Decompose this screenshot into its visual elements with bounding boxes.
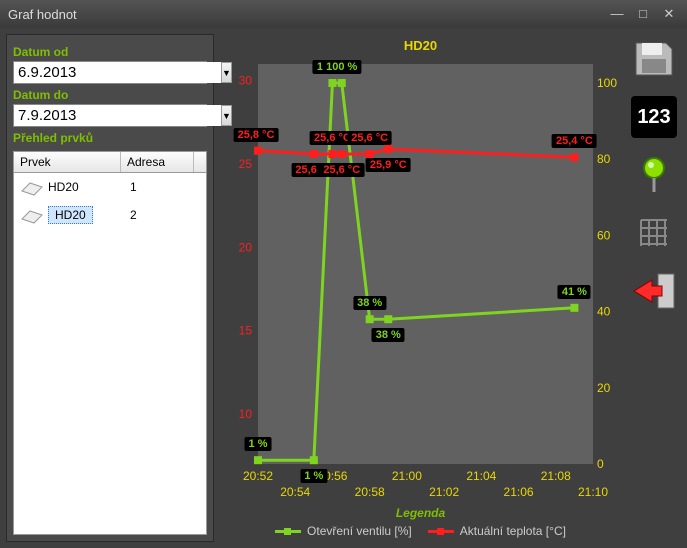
element-list-header: Prvek Adresa: [13, 151, 207, 173]
svg-text:30: 30: [239, 74, 253, 88]
exit-button[interactable]: [631, 270, 677, 312]
svg-text:21:08: 21:08: [541, 469, 571, 483]
close-button[interactable]: ✕: [659, 6, 679, 22]
legend-item: Otevření ventilu [%]: [275, 524, 412, 538]
data-label: 25,9 °C: [366, 158, 411, 172]
data-label: 25,4 °C: [552, 134, 597, 148]
grid-toggle-button[interactable]: [631, 212, 677, 254]
svg-text:25: 25: [239, 157, 253, 171]
svg-text:20: 20: [597, 381, 611, 395]
legend-item: Aktuální teplota [°C]: [428, 524, 566, 538]
data-label: 1 %: [300, 469, 327, 483]
svg-text:40: 40: [597, 305, 611, 319]
legend-title: Legenda: [220, 506, 621, 520]
table-row[interactable]: HD201: [14, 173, 206, 201]
main-area: HD20 10 15 20 25 30 0 20 40 60 80 100 20:52 20:54 20:5…: [220, 34, 681, 542]
svg-text:21:00: 21:00: [392, 469, 422, 483]
data-label: 25,6 °C: [319, 163, 364, 177]
svg-text:21:02: 21:02: [429, 485, 459, 499]
device-icon: [20, 205, 44, 225]
element-list[interactable]: HD201HD202: [13, 173, 207, 535]
svg-text:20:54: 20:54: [280, 485, 310, 499]
svg-text:20:58: 20:58: [355, 485, 385, 499]
sidebar-panel: Datum od ▼ Datum do ▼ Přehled prvků Prve…: [6, 34, 214, 542]
maximize-button[interactable]: □: [633, 6, 653, 22]
data-label: 25,8 °C: [234, 128, 279, 142]
row-addr: 1: [120, 180, 180, 194]
titlebar: Graf hodnot ― □ ✕: [0, 0, 687, 28]
date-from-input[interactable]: [14, 62, 221, 83]
table-row[interactable]: HD202: [14, 201, 206, 229]
values-icon-text: 123: [637, 106, 670, 129]
save-button[interactable]: [631, 38, 677, 80]
floppy-icon: [632, 39, 676, 79]
svg-text:10: 10: [239, 407, 253, 421]
window-title: Graf hodnot: [8, 7, 77, 22]
svg-text:20:52: 20:52: [243, 469, 273, 483]
grid-icon: [637, 216, 671, 250]
exit-arrow-icon: [632, 272, 676, 310]
date-from-label: Datum od: [13, 45, 207, 59]
element-list-label: Přehled prvků: [13, 131, 207, 145]
svg-text:100: 100: [597, 76, 617, 90]
row-name: HD20: [48, 208, 120, 222]
date-to-input[interactable]: [14, 105, 221, 126]
svg-text:80: 80: [597, 152, 611, 166]
legend: Legenda Otevření ventilu [%] Aktuální tep…: [220, 506, 621, 539]
chart-canvas: HD20 10 15 20 25 30 0 20 40 60 80 100 20:52 20:54 20:5…: [220, 34, 621, 542]
data-label: 38 %: [372, 328, 405, 342]
device-icon: [20, 177, 44, 197]
data-label: 25,6 °C: [347, 131, 392, 145]
right-toolbar: 123: [627, 38, 681, 312]
col-adresa[interactable]: Adresa: [121, 152, 194, 172]
svg-text:21:10: 21:10: [578, 485, 608, 499]
col-prvek[interactable]: Prvek: [14, 152, 121, 172]
row-addr: 2: [120, 208, 180, 222]
data-label: 41 %: [558, 285, 591, 299]
svg-text:15: 15: [239, 324, 253, 338]
app-window: Graf hodnot ― □ ✕ Datum od ▼ Datum do ▼ …: [0, 0, 687, 548]
svg-text:0: 0: [597, 457, 604, 471]
date-to-field[interactable]: ▼: [13, 104, 207, 127]
minimize-button[interactable]: ―: [607, 6, 627, 22]
svg-text:60: 60: [597, 228, 611, 242]
values-button[interactable]: 123: [631, 96, 677, 138]
pin-button[interactable]: [631, 154, 677, 196]
pin-icon: [639, 156, 669, 194]
data-label: 1 %: [245, 437, 272, 451]
svg-text:21:06: 21:06: [504, 485, 534, 499]
date-to-label: Datum do: [13, 88, 207, 102]
svg-text:21:04: 21:04: [466, 469, 496, 483]
data-label: 38 %: [353, 296, 386, 310]
chart-title: HD20: [404, 38, 437, 53]
row-name: HD20: [48, 180, 120, 194]
svg-text:20: 20: [239, 240, 253, 254]
data-label: 100 %: [322, 60, 361, 74]
date-from-field[interactable]: ▼: [13, 61, 207, 84]
